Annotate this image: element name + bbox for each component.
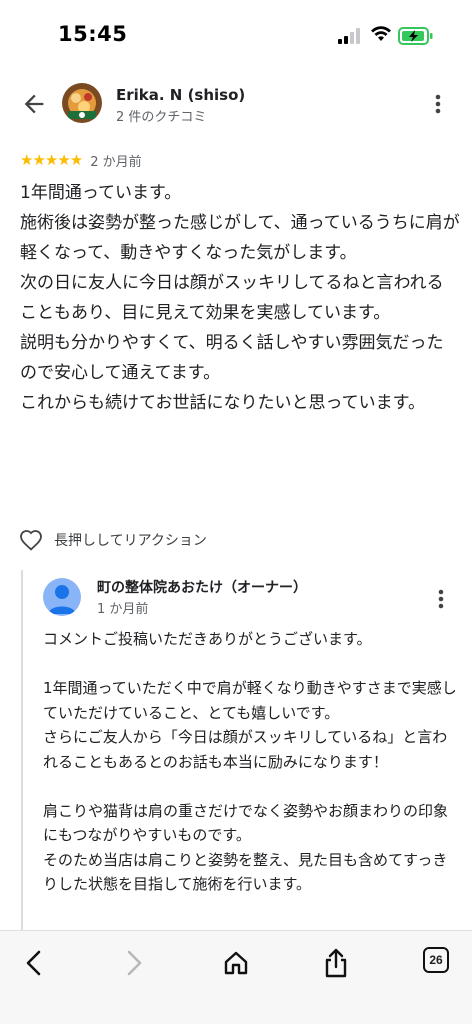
heart-outline-icon — [20, 530, 42, 551]
reviewer-name[interactable]: Erika. N (shiso) — [116, 86, 245, 104]
back-button[interactable] — [14, 943, 54, 983]
back-arrow-icon[interactable] — [20, 90, 48, 118]
status-time: 15:45 — [58, 22, 128, 46]
forward-button[interactable] — [114, 943, 154, 983]
chevron-right-icon — [127, 950, 142, 976]
more-vert-icon[interactable] — [435, 587, 447, 611]
browser-toolbar: 26 — [0, 930, 472, 1024]
wifi-icon — [371, 26, 391, 41]
avatar[interactable] — [62, 83, 102, 123]
review-date: 2 か月前 — [90, 154, 142, 170]
home-button[interactable] — [216, 943, 256, 983]
status-bar: 15:45 — [0, 0, 472, 60]
signal-icon — [338, 28, 360, 44]
review-text: 1年間通っています。 施術後は姿勢が整った感じがして、通っているうちに肩が軽くな… — [20, 183, 460, 413]
battery-icon — [398, 27, 433, 45]
person-icon — [48, 585, 76, 614]
rating-row: ★★★★★ 2 か月前 — [20, 150, 142, 170]
reaction-label: 長押ししてリアクション — [54, 533, 207, 549]
reaction-button[interactable]: 長押ししてリアクション — [18, 526, 207, 554]
more-vert-icon[interactable] — [432, 92, 444, 116]
owner-reply-date: 1 か月前 — [97, 602, 149, 617]
review-header: Erika. N (shiso) 2 件のクチコミ — [0, 80, 472, 136]
owner-reply-text: コメントご投稿いただきありがとうございます。 1年間通っていただく中で肩が軽くな… — [43, 630, 457, 893]
owner-avatar[interactable] — [43, 578, 81, 616]
avatar-image — [62, 83, 102, 123]
share-button[interactable] — [316, 943, 356, 983]
tabs-icon[interactable]: 26 — [423, 947, 449, 973]
star-rating: ★★★★★ — [20, 151, 83, 169]
home-icon — [224, 951, 248, 975]
owner-reply: 町の整体院あおたけ（オーナー） 1 か月前 コメントご投稿いただきありがとうござ… — [21, 570, 472, 930]
review-count: 2 件のクチコミ — [116, 110, 207, 125]
chevron-left-icon — [26, 950, 41, 976]
share-icon — [325, 948, 347, 978]
owner-name: 町の整体院あおたけ（オーナー） — [97, 580, 307, 596]
